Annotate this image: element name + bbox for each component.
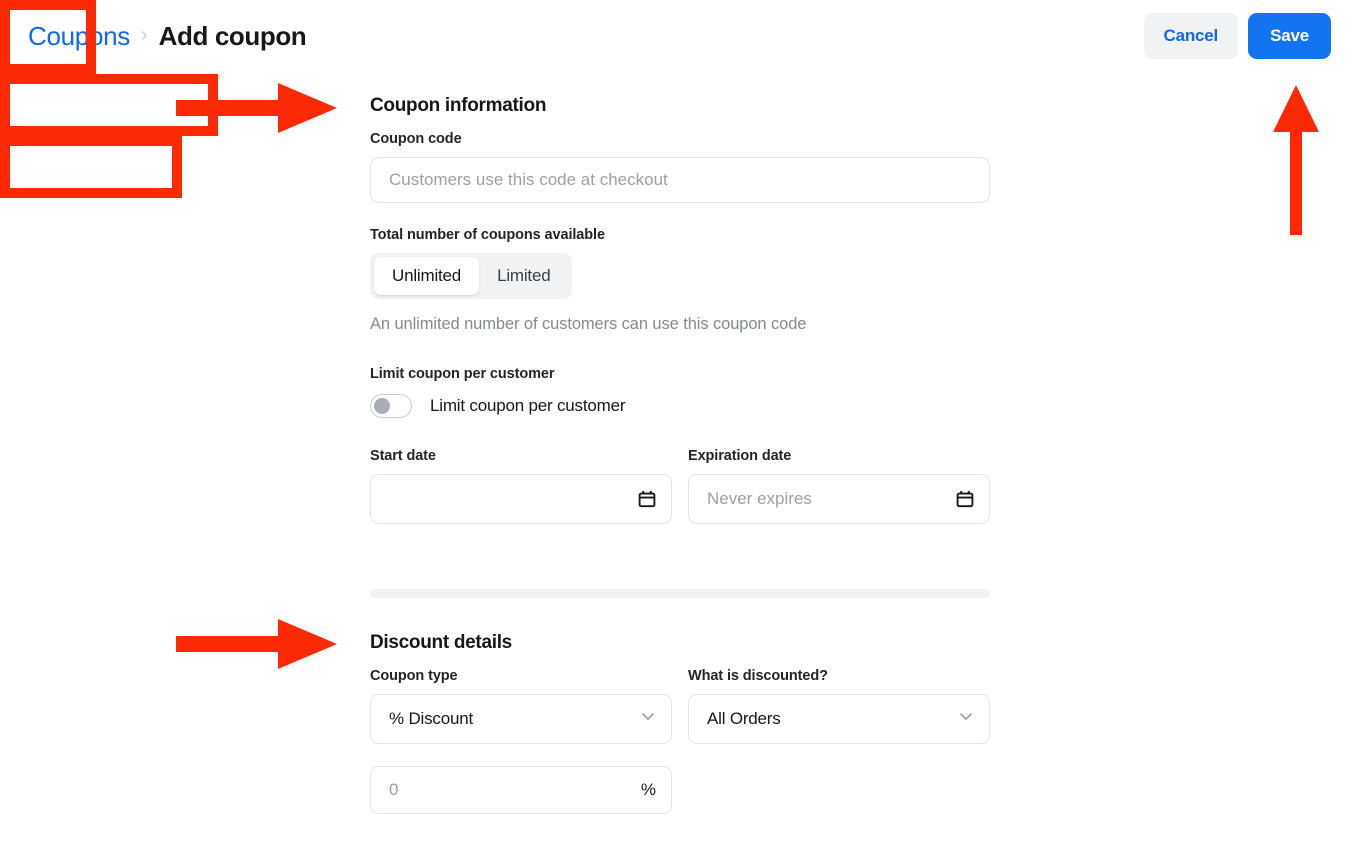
coupon-code-input[interactable] [370, 157, 990, 203]
annotation-arrow-right-coupon-information [176, 83, 337, 133]
start-date-label: Start date [370, 448, 436, 464]
page-header: Coupons › Add coupon Cancel Save [0, 0, 1359, 72]
cancel-button[interactable]: Cancel [1143, 13, 1239, 59]
coupon-information-section: Coupon information Coupon code Total num… [370, 95, 990, 524]
total-coupons-label: Total number of coupons available [370, 227, 605, 243]
coupon-type-select[interactable]: % Discount [370, 694, 672, 744]
toggle-knob [374, 398, 390, 414]
save-button[interactable]: Save [1248, 13, 1331, 59]
date-fields: Start date Expiration date Never expires [370, 448, 990, 524]
what-is-discounted-label: What is discounted? [688, 668, 828, 684]
limit-per-customer-label: Limit coupon per customer [370, 366, 555, 382]
annotation-box-coupon-information [0, 74, 218, 136]
coupon-type-label: Coupon type [370, 668, 458, 684]
expiration-date-input[interactable] [688, 474, 990, 524]
section-divider [370, 589, 990, 598]
discount-amount-row: % [370, 766, 990, 814]
annotation-arrow-right-discount-details [176, 619, 337, 669]
segment-limited[interactable]: Limited [479, 257, 568, 295]
limit-per-customer-toggle-label: Limit coupon per customer [430, 396, 626, 415]
add-coupon-page: Coupons › Add coupon Cancel Save Coupon … [0, 0, 1359, 852]
discount-details-section: Discount details Coupon type % Discount [370, 632, 990, 814]
total-coupons-field: Total number of coupons available Unlimi… [370, 227, 990, 334]
what-is-discounted-select[interactable]: All Orders [688, 694, 990, 744]
coupon-code-label: Coupon code [370, 131, 462, 147]
expiration-date-label: Expiration date [688, 448, 792, 464]
annotation-arrow-up-save [1273, 85, 1319, 235]
limit-per-customer-toggle[interactable] [370, 394, 412, 418]
discount-amount-input[interactable] [370, 766, 672, 814]
what-is-discounted-field: What is discounted? All Orders [688, 668, 990, 744]
annotation-box-discount-details [0, 136, 182, 198]
coupon-information-heading: Coupon information [370, 95, 547, 116]
segment-unlimited[interactable]: Unlimited [374, 257, 480, 295]
coupon-type-selected-value: % Discount [389, 709, 473, 728]
limit-per-customer-field: Limit coupon per customer Limit coupon p… [370, 366, 990, 418]
breadcrumb: Coupons › Add coupon [28, 20, 307, 52]
what-is-discounted-selected-value: All Orders [707, 709, 781, 728]
coupon-code-field: Coupon code [370, 131, 990, 203]
expiration-date-field: Expiration date [688, 448, 990, 524]
discount-selects: Coupon type % Discount What is discounte… [370, 668, 990, 744]
discount-amount-field: % [370, 766, 672, 814]
breadcrumb-link-coupons[interactable]: Coupons [28, 21, 130, 52]
page-title: Add coupon [158, 20, 307, 51]
coupon-type-field: Coupon type % Discount [370, 668, 672, 744]
chevron-right-icon: › [140, 24, 148, 46]
coupon-availability-segmented-control: Unlimited Limited [370, 253, 573, 299]
discount-details-heading: Discount details [370, 632, 512, 653]
start-date-input[interactable] [370, 474, 672, 524]
header-actions: Cancel Save [1143, 13, 1331, 59]
availability-help-text: An unlimited number of customers can use… [370, 315, 807, 333]
start-date-field: Start date [370, 448, 672, 524]
